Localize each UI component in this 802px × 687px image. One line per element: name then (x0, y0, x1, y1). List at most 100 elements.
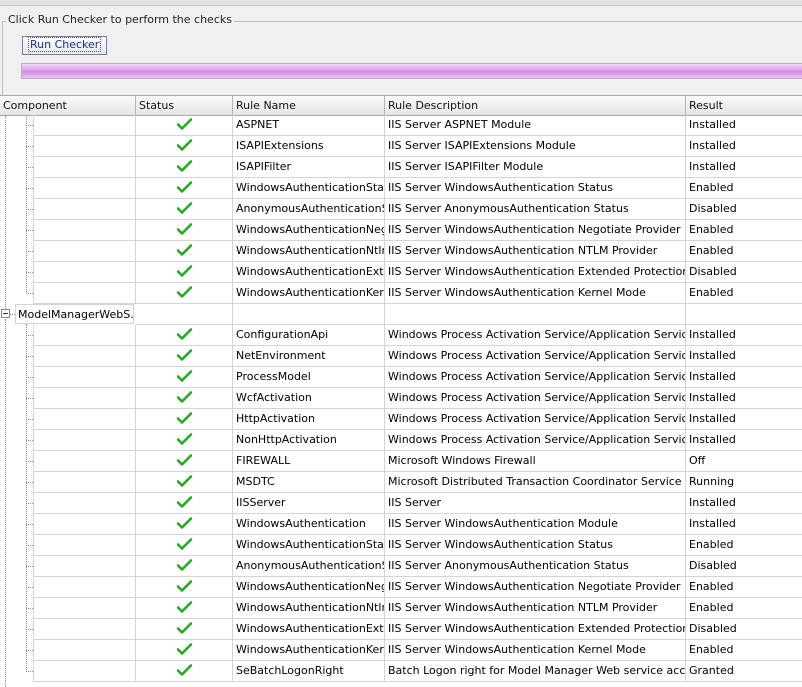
check-icon (176, 433, 192, 446)
table-row[interactable]: WindowsAuthenticationNtlm...IIS Server W… (0, 241, 802, 262)
rule-description-cell: IIS Server WindowsAuthentication Module (385, 514, 686, 535)
table-row[interactable]: WindowsAuthentication IIS Server WindowsA… (0, 514, 802, 535)
check-icon (176, 559, 192, 572)
result-cell: Enabled (686, 577, 802, 598)
result-cell: Enabled (686, 241, 802, 262)
rule-name-cell: WindowsAuthenticationNtlm... (233, 598, 385, 619)
tree-connector (26, 188, 33, 189)
empty-cell (686, 304, 802, 325)
table-row[interactable]: HttpActivation Windows Process Activation… (0, 409, 802, 430)
tree-connector (26, 146, 33, 147)
collapse-icon[interactable] (1, 309, 10, 318)
component-cell (0, 409, 136, 430)
table-row[interactable]: ISAPIExtensions IIS Server ISAPIExtension… (0, 136, 802, 157)
rule-description-cell: IIS Server AnonymousAuthentication Statu… (385, 556, 686, 577)
column-header-result[interactable]: Result (686, 96, 802, 115)
table-row[interactable]: WindowsAuthenticationStatus IIS Server Wi… (0, 535, 802, 556)
table-row[interactable]: ConfigurationApi Windows Process Activati… (0, 325, 802, 346)
status-cell (136, 388, 233, 409)
rule-description-cell: IIS Server ISAPIExtensions Module (385, 136, 686, 157)
table-row[interactable]: WindowsAuthenticationKer... IIS Server Wi… (0, 640, 802, 661)
check-icon (176, 202, 192, 215)
result-cell: Disabled (686, 199, 802, 220)
tree-connector (26, 629, 33, 630)
rule-name-cell: FIREWALL (233, 451, 385, 472)
top-strip (0, 0, 802, 6)
result-cell: Installed (686, 493, 802, 514)
tree-parent-row[interactable]: ModelManagerWebS... (0, 304, 802, 325)
tree-connector (26, 482, 33, 483)
table-row[interactable]: WindowsAuthenticationExt... IIS Server Wi… (0, 619, 802, 640)
rule-name-cell: ISAPIFilter (233, 157, 385, 178)
result-cell: Granted (686, 661, 802, 682)
component-cell-box (33, 535, 135, 556)
tree-connector (26, 230, 33, 231)
component-cell-box (33, 241, 135, 262)
table-row[interactable]: AnonymousAuthenticationS... IIS Server An… (0, 556, 802, 577)
component-cell (0, 346, 136, 367)
component-cell-box (33, 472, 135, 493)
column-header-rule-name[interactable]: Rule Name (233, 96, 385, 115)
table-row[interactable]: IISServer IIS Server Installed (0, 493, 802, 514)
table-row[interactable]: NonHttpActivation Windows Process Activat… (0, 430, 802, 451)
tree-connector (26, 608, 33, 609)
table-row[interactable]: WindowsAuthenticationNeg... IIS Server Wi… (0, 577, 802, 598)
table-row[interactable]: SeBatchLogonRight Batch Logon right for M… (0, 661, 802, 682)
rule-name-cell: WindowsAuthenticationExt... (233, 619, 385, 640)
check-icon (176, 496, 192, 509)
table-row[interactable]: FIREWALL Microsoft Windows Firewall Off (0, 451, 802, 472)
table-row[interactable]: ASPNET IIS Server ASPNET Module Installed (0, 115, 802, 136)
component-cell-box (33, 325, 135, 346)
result-cell: Enabled (686, 220, 802, 241)
tree-connector (26, 377, 33, 378)
rule-description-cell: Windows Process Activation Service/Appli… (385, 346, 686, 367)
result-cell: Enabled (686, 283, 802, 304)
empty-cell (136, 304, 233, 325)
tree-connector (26, 671, 33, 672)
column-header-status[interactable]: Status (136, 96, 233, 115)
table-row[interactable]: MSDTC Microsoft Distributed Transaction C… (0, 472, 802, 493)
table-row[interactable]: NetEnvironment Windows Process Activation… (0, 346, 802, 367)
component-cell-box (33, 157, 135, 178)
check-icon (176, 643, 192, 656)
table-row[interactable]: AnonymousAuthenticationS... IIS Server An… (0, 199, 802, 220)
component-cell-box (33, 199, 135, 220)
rule-description-cell: IIS Server WindowsAuthentication Negotia… (385, 577, 686, 598)
table-row[interactable]: WindowsAuthenticationExt... IIS Server Wi… (0, 262, 802, 283)
rule-description-cell: IIS Server AnonymousAuthentication Statu… (385, 199, 686, 220)
check-icon (176, 412, 192, 425)
check-icon (176, 118, 192, 131)
tree-connector (26, 251, 33, 252)
table-row[interactable]: WindowsAuthenticationStatus IIS Server Wi… (0, 178, 802, 199)
component-cell-box (33, 577, 135, 598)
rule-description-cell: Microsoft Distributed Transaction Coordi… (385, 472, 686, 493)
status-cell (136, 262, 233, 283)
component-cell (0, 514, 136, 535)
rule-name-cell: WindowsAuthenticationKer... (233, 283, 385, 304)
column-header-component[interactable]: Component (0, 96, 136, 115)
tree-parent-label[interactable]: ModelManagerWebS... (15, 304, 134, 324)
table-row[interactable]: ISAPIFilter IIS Server ISAPIFilter Module… (0, 157, 802, 178)
rule-name-cell: WindowsAuthenticationNeg... (233, 577, 385, 598)
component-cell (0, 640, 136, 661)
status-cell (136, 556, 233, 577)
component-cell-box (33, 388, 135, 409)
component-cell (0, 157, 136, 178)
table-row[interactable]: WindowsAuthenticationNeg... IIS Server Wi… (0, 220, 802, 241)
table-row[interactable]: WcfActivation Windows Process Activation … (0, 388, 802, 409)
column-header-rule-description[interactable]: Rule Description (385, 96, 686, 115)
tree-connector (26, 566, 33, 567)
run-checker-button[interactable]: Run Checker (22, 36, 108, 55)
check-icon (176, 391, 192, 404)
check-icon (176, 160, 192, 173)
status-cell (136, 577, 233, 598)
rule-description-cell: IIS Server WindowsAuthentication Status (385, 535, 686, 556)
table-row[interactable]: ProcessModel Windows Process Activation S… (0, 367, 802, 388)
table-row[interactable]: WindowsAuthenticationKer... IIS Server Wi… (0, 283, 802, 304)
rule-description-cell: IIS Server WindowsAuthentication NTLM Pr… (385, 241, 686, 262)
rule-name-cell: SeBatchLogonRight (233, 661, 385, 682)
table-row[interactable]: WindowsAuthenticationNtlm...IIS Server W… (0, 598, 802, 619)
component-cell (0, 199, 136, 220)
component-cell (0, 220, 136, 241)
result-cell: Installed (686, 346, 802, 367)
